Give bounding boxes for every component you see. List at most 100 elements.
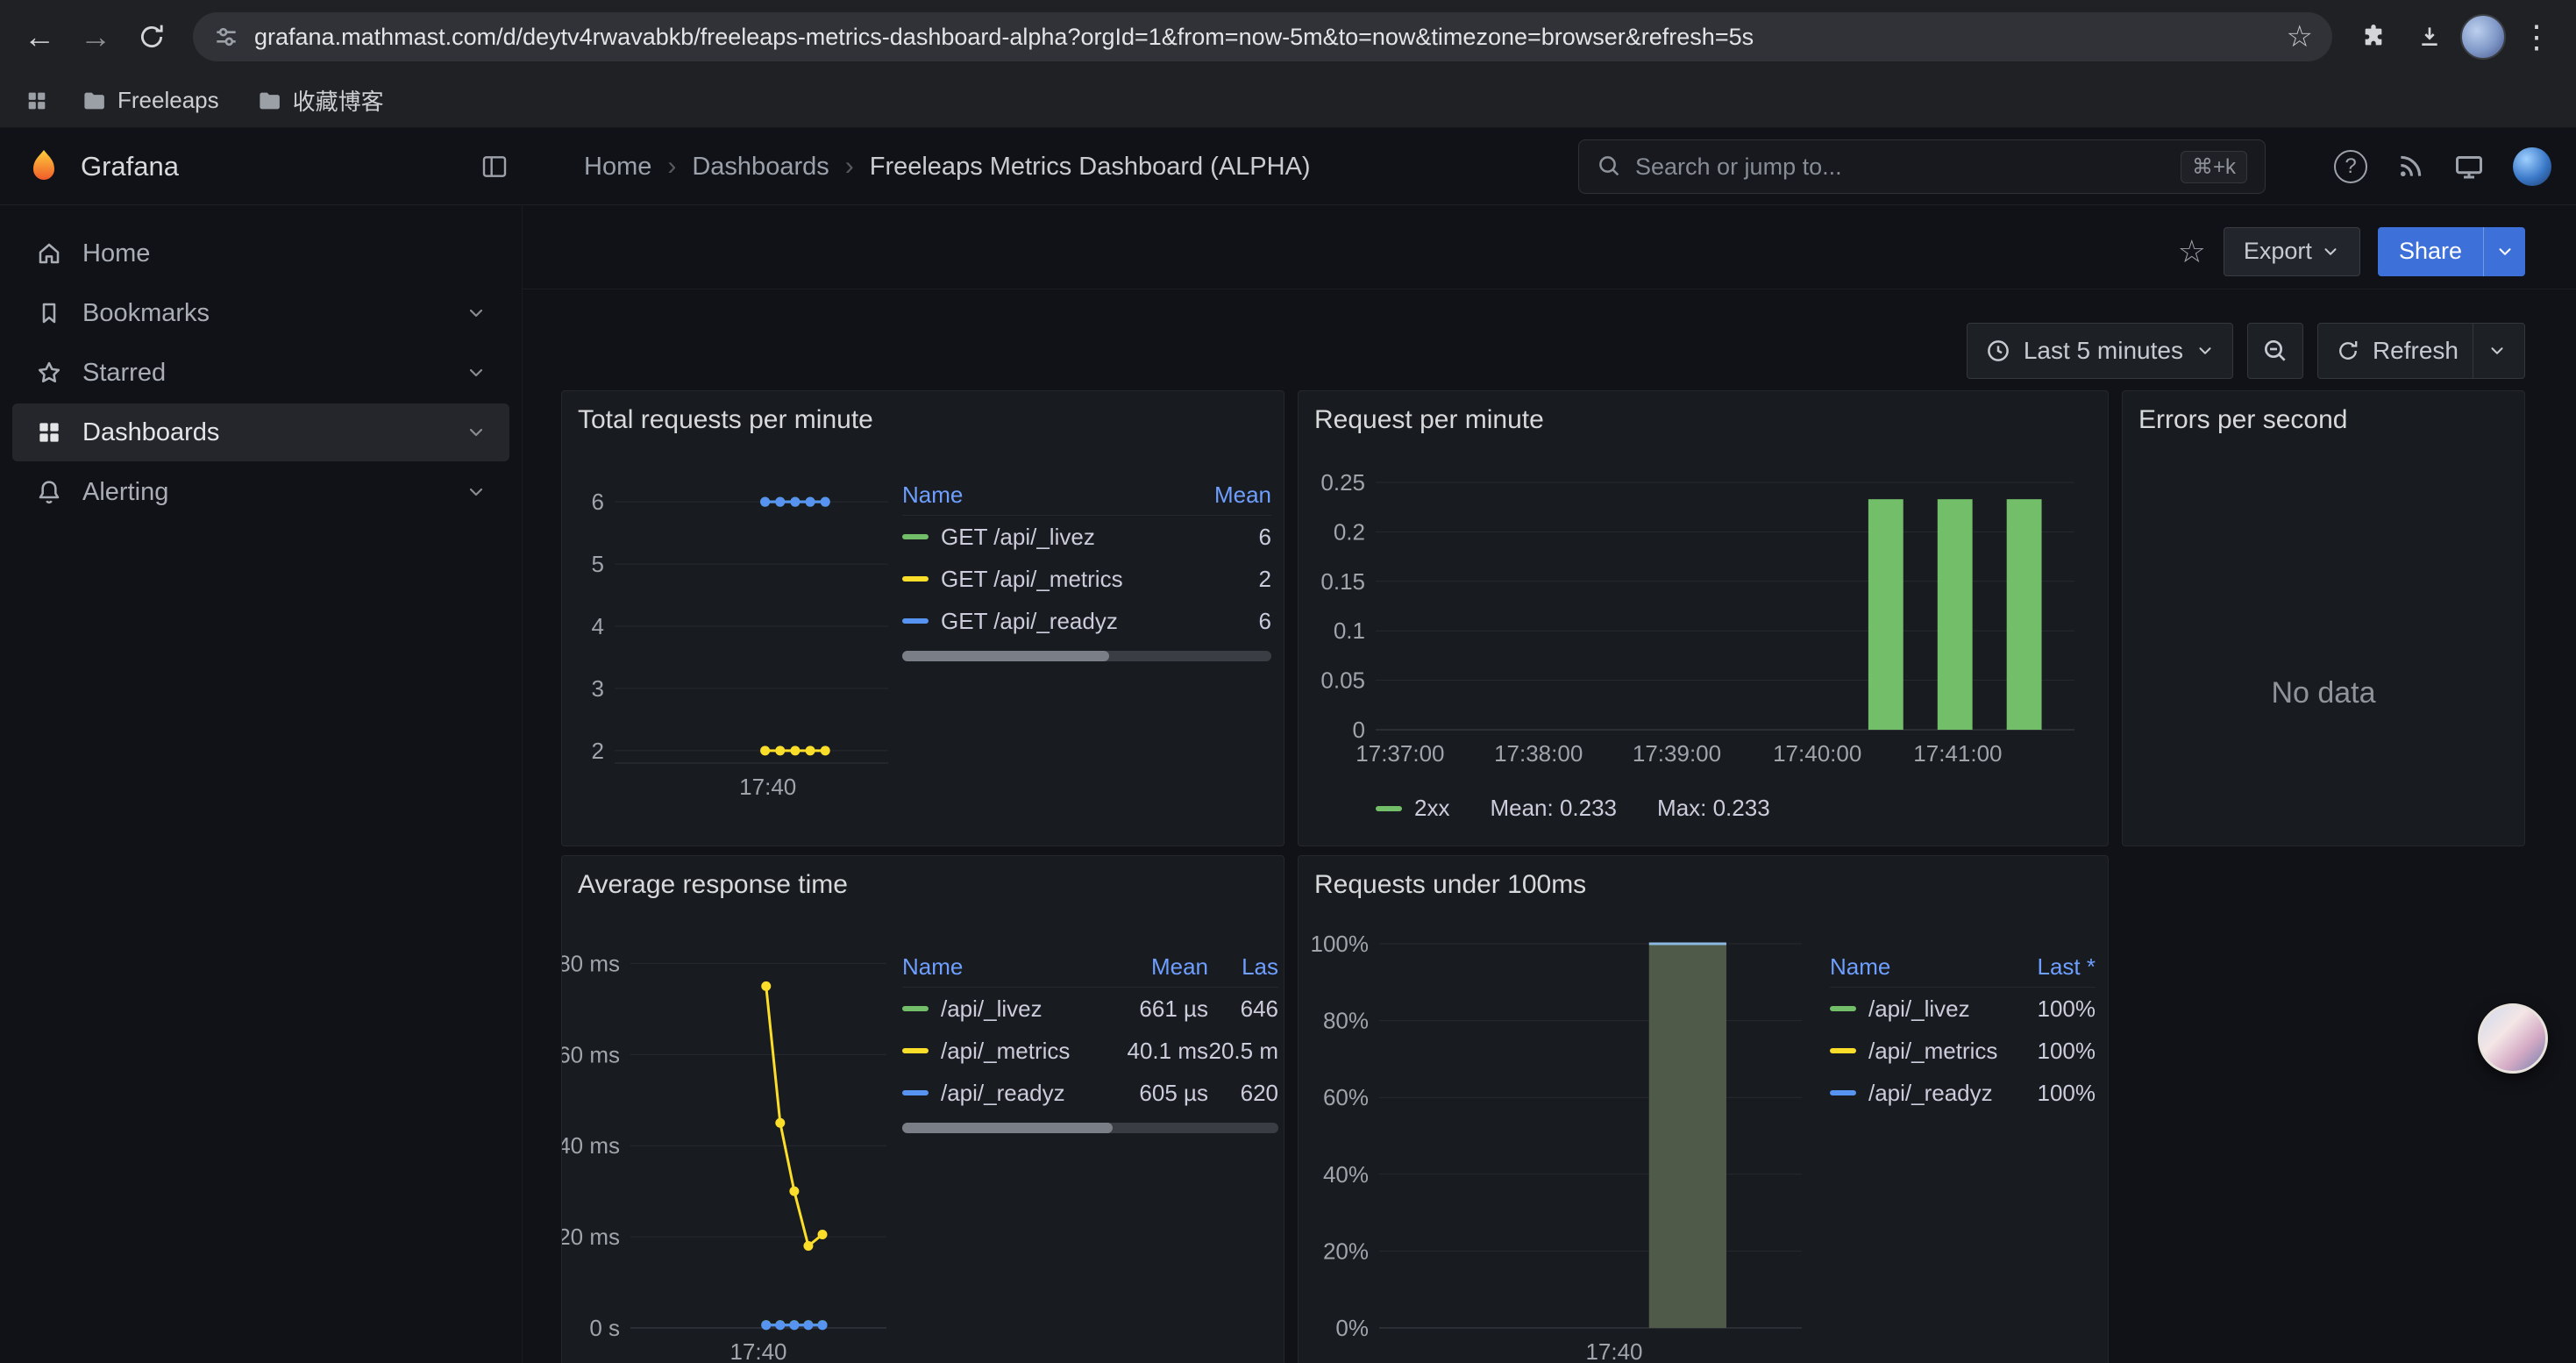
chevron-down-icon [2195,341,2215,360]
chevron-down-icon[interactable] [466,482,487,503]
share-menu-caret[interactable] [2483,227,2525,276]
legend-row[interactable]: /api/_readyz 100% [1830,1072,2096,1114]
sidebar-item-alerting[interactable]: Alerting [12,463,509,521]
user-avatar[interactable] [2513,147,2551,186]
series-swatch [902,618,929,624]
bookmark-folder-freeleaps[interactable]: Freeleaps [68,80,231,121]
series-mean: Mean: 0.233 [1490,795,1617,822]
breadcrumb-dashboards[interactable]: Dashboards [692,153,829,182]
sidebar-item-bookmarks[interactable]: Bookmarks [12,284,509,342]
legend-header-last[interactable]: Las [1208,953,1278,981]
chevron-down-icon[interactable] [466,422,487,443]
export-label: Export [2244,238,2312,265]
breadcrumb-current[interactable]: Freeleaps Metrics Dashboard (ALPHA) [870,153,1311,182]
series-name[interactable]: /api/_livez [1868,995,1970,1023]
svg-text:17:40:00: 17:40:00 [1773,740,1861,767]
panel-title[interactable]: Total requests per minute [578,405,873,435]
legend-scrollbar[interactable] [902,651,1271,661]
legend-row[interactable]: /api/_livez 100% [1830,988,2096,1030]
star-icon [35,359,63,387]
request-per-minute-chart: 0.250.20.150.10.05017:37:0017:38:0017:39… [1307,472,2092,770]
sidebar-item-label: Dashboards [82,418,219,447]
series-name[interactable]: /api/_livez [941,995,1042,1023]
panel-title[interactable]: Average response time [578,870,848,900]
legend-header-name[interactable]: Name [902,482,1187,509]
search-box[interactable]: ⌘+k [1578,139,2266,194]
sidebar-toggle-icon[interactable] [480,153,509,181]
panel-request-per-minute: Request per minute 0.250.20.150.10.05017… [1298,390,2109,846]
sidebar-item-starred[interactable]: Starred [12,344,509,402]
kebab-icon: ⋮ [2521,18,2552,55]
legend-row[interactable]: GET /api/_metrics 2 [902,558,1271,600]
series-swatch [902,1090,929,1095]
apps-grid-icon[interactable] [18,89,56,113]
sidebar-nav: Home Bookmarks Starred Dashboards [0,205,523,1363]
grafana-logo[interactable] [25,147,63,186]
bookmark-star-icon[interactable]: ☆ [2287,19,2313,54]
back-button[interactable]: ← [14,11,65,62]
scrollbar-thumb[interactable] [902,651,1109,661]
series-swatch [902,1048,929,1053]
search-input[interactable] [1635,153,2168,181]
export-button[interactable]: Export [2224,227,2360,276]
address-bar[interactable]: grafana.mathmast.com/d/deytv4rwavabkb/fr… [193,12,2332,61]
folder-icon [256,88,282,114]
extensions-icon[interactable] [2348,11,2399,62]
folder-icon [81,88,107,114]
series-name[interactable]: /api/_metrics [1868,1038,1997,1065]
favorite-dashboard-icon[interactable]: ☆ [2178,233,2206,270]
reload-button[interactable] [126,11,177,62]
browser-profile-avatar[interactable] [2460,14,2506,60]
refresh-button[interactable]: Refresh [2317,323,2525,379]
series-name[interactable]: GET /api/_readyz [941,608,1118,635]
legend-scrollbar[interactable] [902,1123,1278,1133]
legend-header-name[interactable]: Name [902,953,1094,981]
legend-header-mean[interactable]: Mean [1187,482,1271,509]
panel-title[interactable]: Errors per second [2138,405,2347,435]
downloads-icon[interactable] [2404,11,2455,62]
dashboards-grid-icon [35,418,63,446]
scrollbar-thumb[interactable] [902,1123,1113,1133]
series-name[interactable]: /api/_readyz [941,1080,1065,1107]
legend-row[interactable]: /api/_livez 661 µs 646 [902,988,1278,1030]
sidebar-item-home[interactable]: Home [12,225,509,282]
series-name[interactable]: GET /api/_metrics [941,566,1123,593]
zoom-out-time-button[interactable] [2247,323,2303,379]
legend-row[interactable]: /api/_readyz 605 µs 620 [902,1072,1278,1114]
svg-text:0 s: 0 s [589,1315,620,1341]
site-info-icon[interactable] [212,23,240,51]
series-name[interactable]: GET /api/_livez [941,524,1095,551]
time-range-picker[interactable]: Last 5 minutes [1967,323,2233,379]
kiosk-monitor-icon[interactable] [2453,151,2485,182]
series-swatch [1376,806,1402,811]
legend-row[interactable]: GET /api/_readyz 6 [902,600,1271,642]
legend-row[interactable]: /api/_metrics 100% [1830,1030,2096,1072]
series-name[interactable]: /api/_metrics [941,1038,1070,1065]
legend-header-name[interactable]: Name [1830,953,1999,981]
legend[interactable]: 2xx Mean: 0.233 Max: 0.233 [1376,795,1770,822]
legend-row[interactable]: /api/_metrics 40.1 ms 20.5 m [902,1030,1278,1072]
series-mean: 661 µs [1094,995,1208,1023]
legend-row[interactable]: GET /api/_livez 6 [902,516,1271,558]
url-text[interactable]: grafana.mathmast.com/d/deytv4rwavabkb/fr… [254,24,2273,51]
svg-text:80%: 80% [1323,1008,1369,1034]
assistant-avatar[interactable] [2478,1003,2548,1074]
browser-menu-icon[interactable]: ⋮ [2511,11,2562,62]
legend-header-mean[interactable]: Mean [1094,953,1208,981]
sidebar-item-label: Starred [82,359,166,388]
chevron-down-icon[interactable] [466,362,487,383]
chevron-down-icon[interactable] [466,303,487,324]
breadcrumb-home[interactable]: Home [584,153,651,182]
chevron-down-icon[interactable] [2487,341,2507,360]
legend-header-last[interactable]: Last * [1999,953,2096,981]
sidebar-item-dashboards[interactable]: Dashboards [12,403,509,461]
share-button[interactable]: Share [2378,227,2525,276]
news-rss-icon[interactable] [2395,152,2425,182]
series-name[interactable]: /api/_readyz [1868,1080,1993,1107]
bookmark-folder-blogs[interactable]: 收藏博客 [244,77,396,124]
panel-title[interactable]: Request per minute [1314,405,1544,435]
panel-title[interactable]: Requests under 100ms [1314,870,1586,900]
series-name[interactable]: 2xx [1414,795,1449,822]
help-icon[interactable]: ? [2334,150,2367,183]
forward-button[interactable]: → [70,11,121,62]
